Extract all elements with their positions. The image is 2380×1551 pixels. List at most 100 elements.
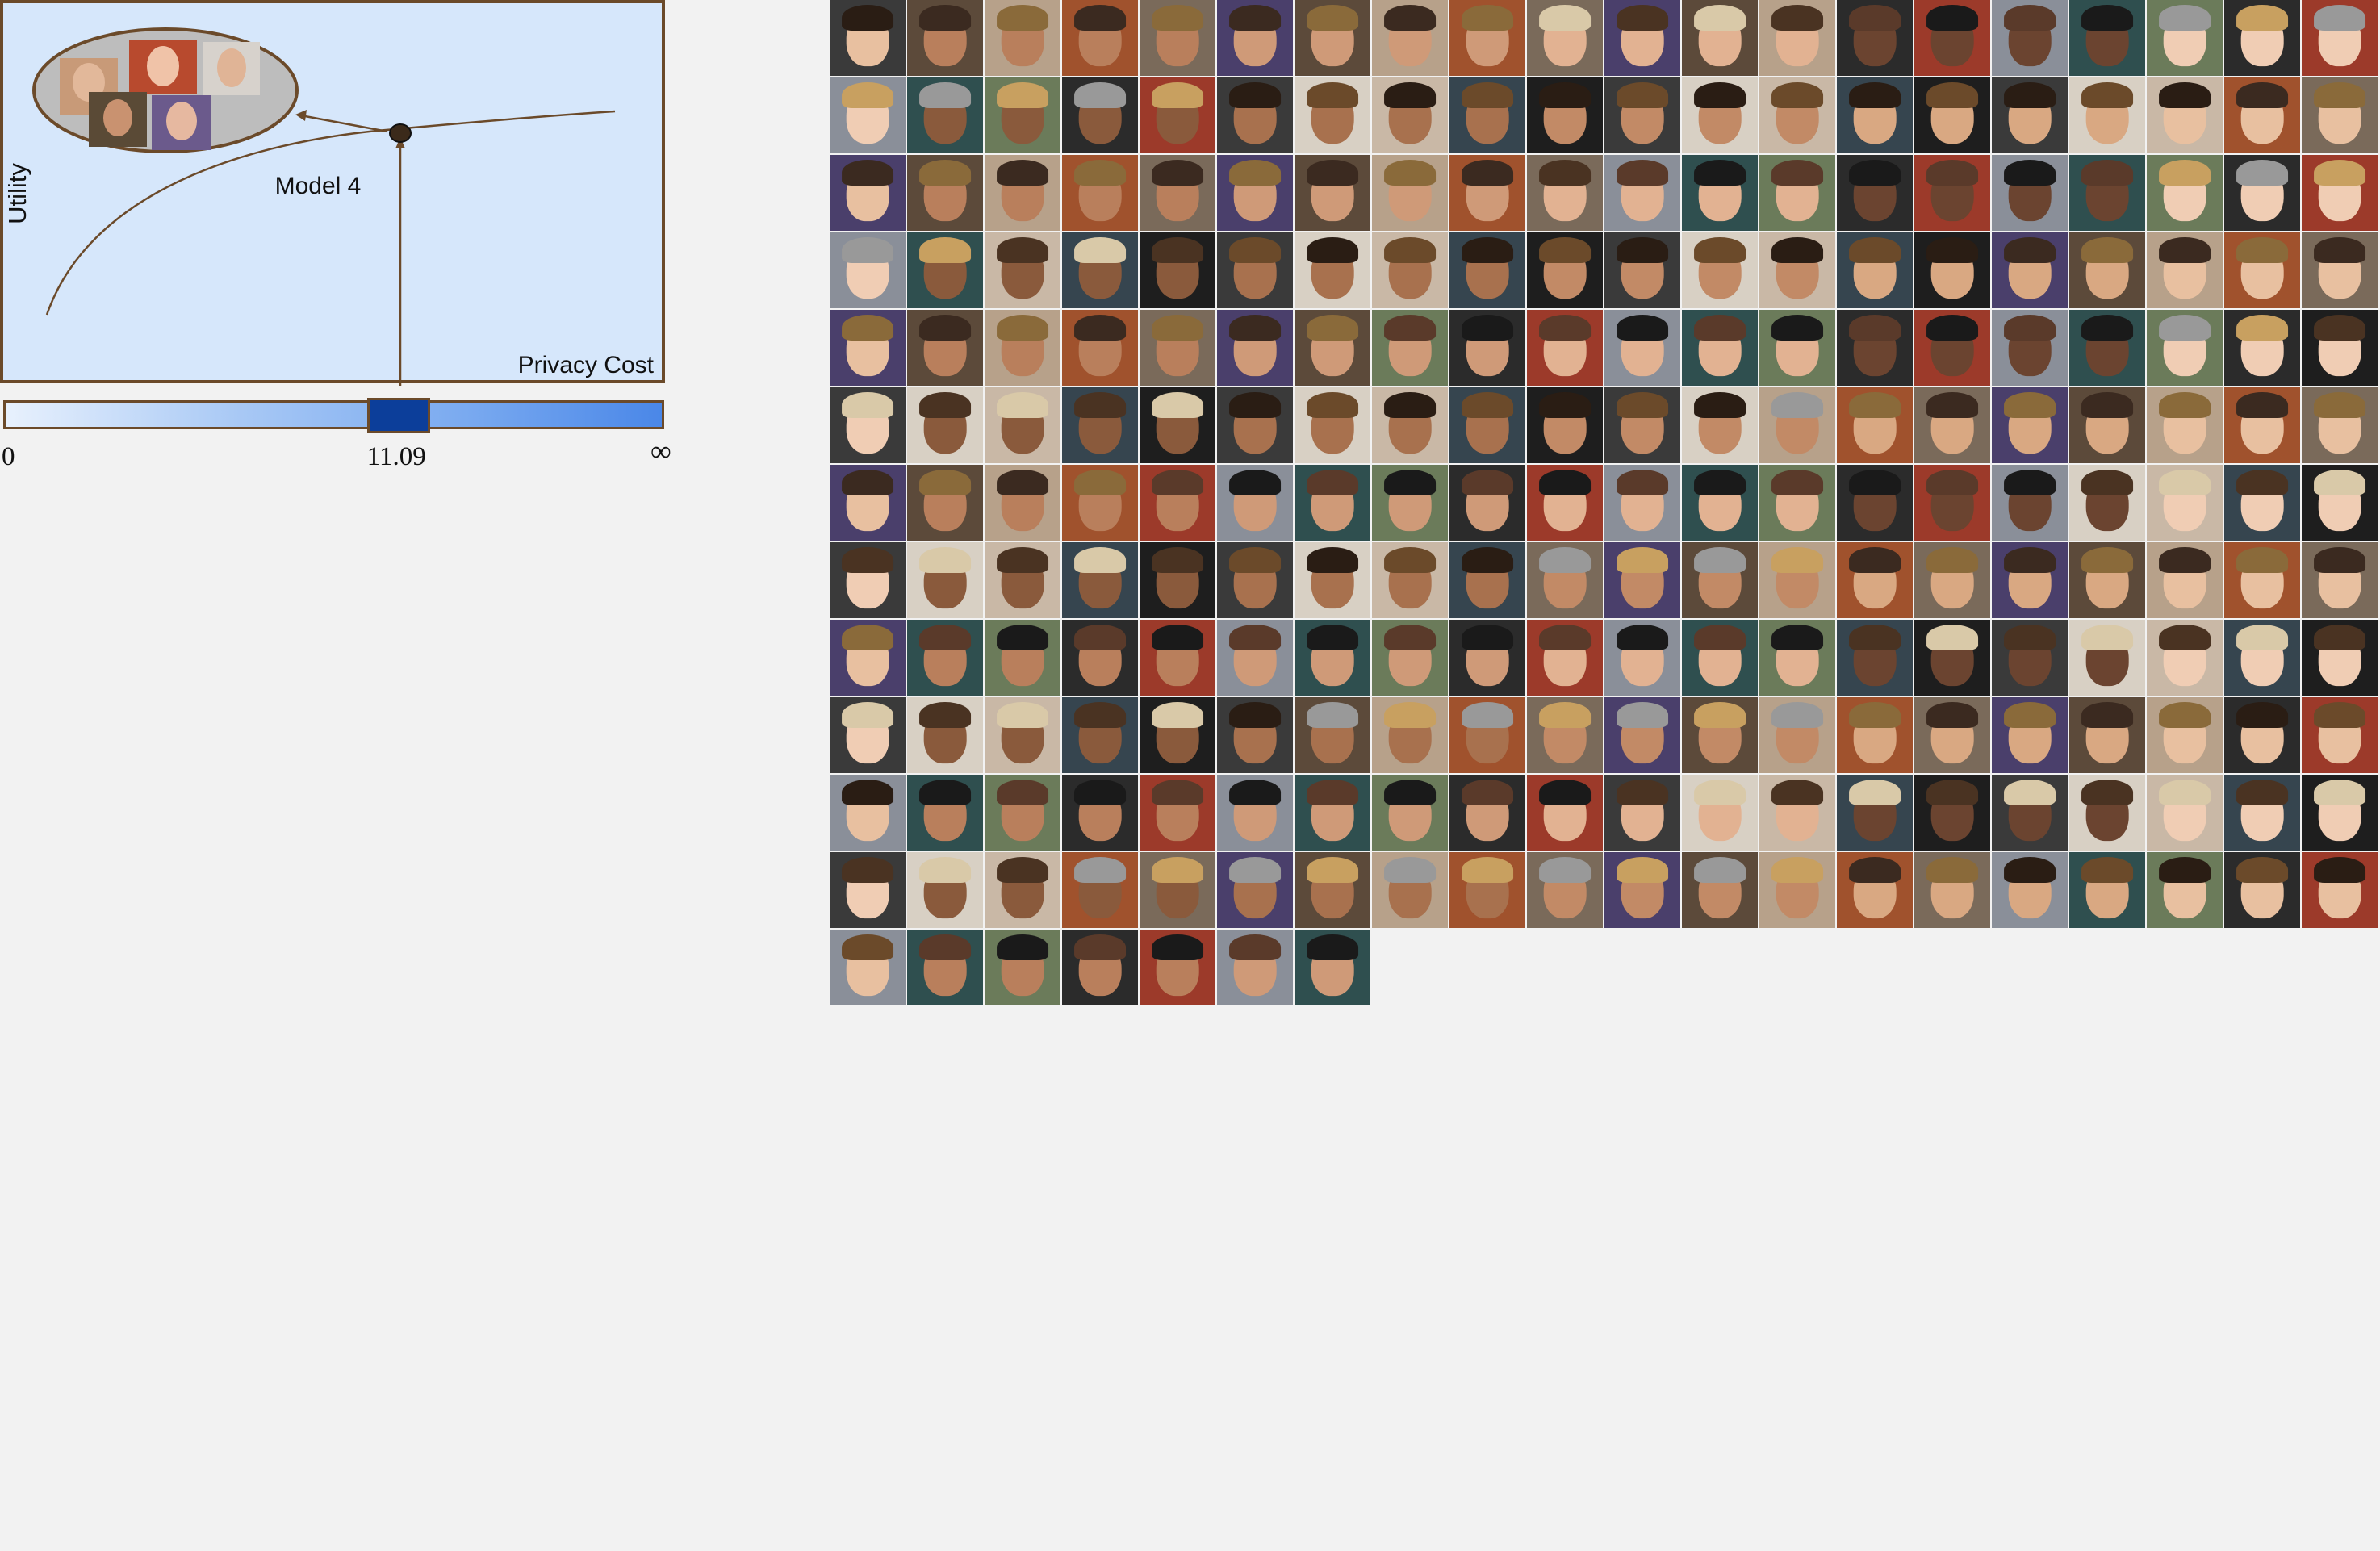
face-thumbnail[interactable]: [1295, 697, 1370, 773]
face-thumbnail[interactable]: [907, 155, 983, 231]
face-thumbnail[interactable]: [907, 0, 983, 76]
face-thumbnail[interactable]: [1914, 387, 1990, 463]
face-thumbnail[interactable]: [1217, 77, 1293, 153]
face-thumbnail[interactable]: [2069, 620, 2145, 696]
face-thumbnail[interactable]: [907, 852, 983, 928]
face-thumbnail[interactable]: [1682, 775, 1758, 851]
face-thumbnail[interactable]: [985, 77, 1060, 153]
face-thumbnail[interactable]: [2302, 465, 2378, 541]
face-thumbnail[interactable]: [985, 310, 1060, 386]
face-thumbnail[interactable]: [907, 542, 983, 618]
face-thumbnail[interactable]: [2302, 852, 2378, 928]
face-thumbnail[interactable]: [2147, 697, 2223, 773]
face-thumbnail[interactable]: [1914, 310, 1990, 386]
face-thumbnail[interactable]: [1372, 775, 1448, 851]
face-thumbnail[interactable]: [985, 155, 1060, 231]
face-thumbnail[interactable]: [1682, 310, 1758, 386]
face-thumbnail[interactable]: [1217, 697, 1293, 773]
face-thumbnail[interactable]: [1295, 387, 1370, 463]
face-thumbnail[interactable]: [1295, 930, 1370, 1005]
face-thumbnail[interactable]: [1449, 232, 1525, 308]
face-thumbnail[interactable]: [2069, 542, 2145, 618]
face-thumbnail[interactable]: [1682, 155, 1758, 231]
face-thumbnail[interactable]: [1604, 310, 1680, 386]
face-thumbnail[interactable]: [1682, 697, 1758, 773]
face-thumbnail[interactable]: [1372, 0, 1448, 76]
face-thumbnail[interactable]: [1992, 387, 2068, 463]
face-thumbnail[interactable]: [985, 232, 1060, 308]
face-thumbnail[interactable]: [1759, 697, 1835, 773]
face-thumbnail[interactable]: [1914, 0, 1990, 76]
face-thumbnail[interactable]: [1992, 77, 2068, 153]
face-thumbnail[interactable]: [1837, 0, 1913, 76]
face-thumbnail[interactable]: [2224, 77, 2300, 153]
face-thumbnail[interactable]: [1759, 155, 1835, 231]
face-thumbnail[interactable]: [985, 542, 1060, 618]
face-thumbnail[interactable]: [1372, 310, 1448, 386]
face-thumbnail[interactable]: [1372, 542, 1448, 618]
face-thumbnail[interactable]: [830, 465, 906, 541]
face-thumbnail[interactable]: [2302, 775, 2378, 851]
face-thumbnail[interactable]: [1527, 155, 1603, 231]
face-thumbnail[interactable]: [1604, 0, 1680, 76]
face-thumbnail[interactable]: [1914, 620, 1990, 696]
face-thumbnail[interactable]: [2147, 77, 2223, 153]
face-thumbnail[interactable]: [1140, 620, 1215, 696]
face-thumbnail[interactable]: [2224, 465, 2300, 541]
face-thumbnail[interactable]: [1604, 77, 1680, 153]
face-thumbnail[interactable]: [1604, 620, 1680, 696]
face-thumbnail[interactable]: [1759, 542, 1835, 618]
face-thumbnail[interactable]: [1449, 155, 1525, 231]
face-thumbnail[interactable]: [2224, 620, 2300, 696]
face-thumbnail[interactable]: [1914, 232, 1990, 308]
face-thumbnail[interactable]: [2069, 0, 2145, 76]
face-thumbnail[interactable]: [985, 465, 1060, 541]
face-thumbnail[interactable]: [1449, 310, 1525, 386]
face-thumbnail[interactable]: [1062, 387, 1138, 463]
face-thumbnail[interactable]: [1449, 542, 1525, 618]
face-thumbnail[interactable]: [985, 852, 1060, 928]
face-thumbnail[interactable]: [1837, 310, 1913, 386]
face-thumbnail[interactable]: [1217, 0, 1293, 76]
face-thumbnail[interactable]: [1140, 155, 1215, 231]
face-thumbnail[interactable]: [1837, 232, 1913, 308]
face-thumbnail[interactable]: [1604, 775, 1680, 851]
face-thumbnail[interactable]: [1604, 465, 1680, 541]
face-thumbnail[interactable]: [1062, 77, 1138, 153]
face-thumbnail[interactable]: [2224, 310, 2300, 386]
face-thumbnail[interactable]: [1604, 155, 1680, 231]
face-thumbnail[interactable]: [2224, 852, 2300, 928]
face-thumbnail[interactable]: [830, 310, 906, 386]
face-thumbnail[interactable]: [1372, 620, 1448, 696]
face-thumbnail[interactable]: [1914, 465, 1990, 541]
face-thumbnail[interactable]: [1295, 310, 1370, 386]
face-thumbnail[interactable]: [830, 775, 906, 851]
face-thumbnail[interactable]: [2069, 775, 2145, 851]
face-thumbnail[interactable]: [1449, 0, 1525, 76]
face-thumbnail[interactable]: [907, 77, 983, 153]
face-thumbnail[interactable]: [1992, 310, 2068, 386]
face-thumbnail[interactable]: [830, 77, 906, 153]
face-thumbnail[interactable]: [1295, 77, 1370, 153]
face-thumbnail[interactable]: [1992, 0, 2068, 76]
face-thumbnail[interactable]: [1914, 697, 1990, 773]
face-thumbnail[interactable]: [2224, 155, 2300, 231]
face-thumbnail[interactable]: [2302, 0, 2378, 76]
face-thumbnail[interactable]: [2302, 155, 2378, 231]
face-thumbnail[interactable]: [1449, 77, 1525, 153]
face-thumbnail[interactable]: [1372, 77, 1448, 153]
face-thumbnail[interactable]: [1062, 542, 1138, 618]
face-thumbnail[interactable]: [1914, 852, 1990, 928]
face-thumbnail[interactable]: [985, 620, 1060, 696]
face-thumbnail[interactable]: [1295, 852, 1370, 928]
face-thumbnail[interactable]: [2147, 852, 2223, 928]
face-thumbnail[interactable]: [2224, 697, 2300, 773]
face-thumbnail[interactable]: [1217, 542, 1293, 618]
face-thumbnail[interactable]: [1295, 155, 1370, 231]
face-thumbnail[interactable]: [1062, 930, 1138, 1005]
face-thumbnail[interactable]: [1759, 232, 1835, 308]
face-thumbnail[interactable]: [830, 387, 906, 463]
face-thumbnail[interactable]: [1062, 697, 1138, 773]
face-thumbnail[interactable]: [1604, 387, 1680, 463]
face-thumbnail[interactable]: [1217, 930, 1293, 1005]
